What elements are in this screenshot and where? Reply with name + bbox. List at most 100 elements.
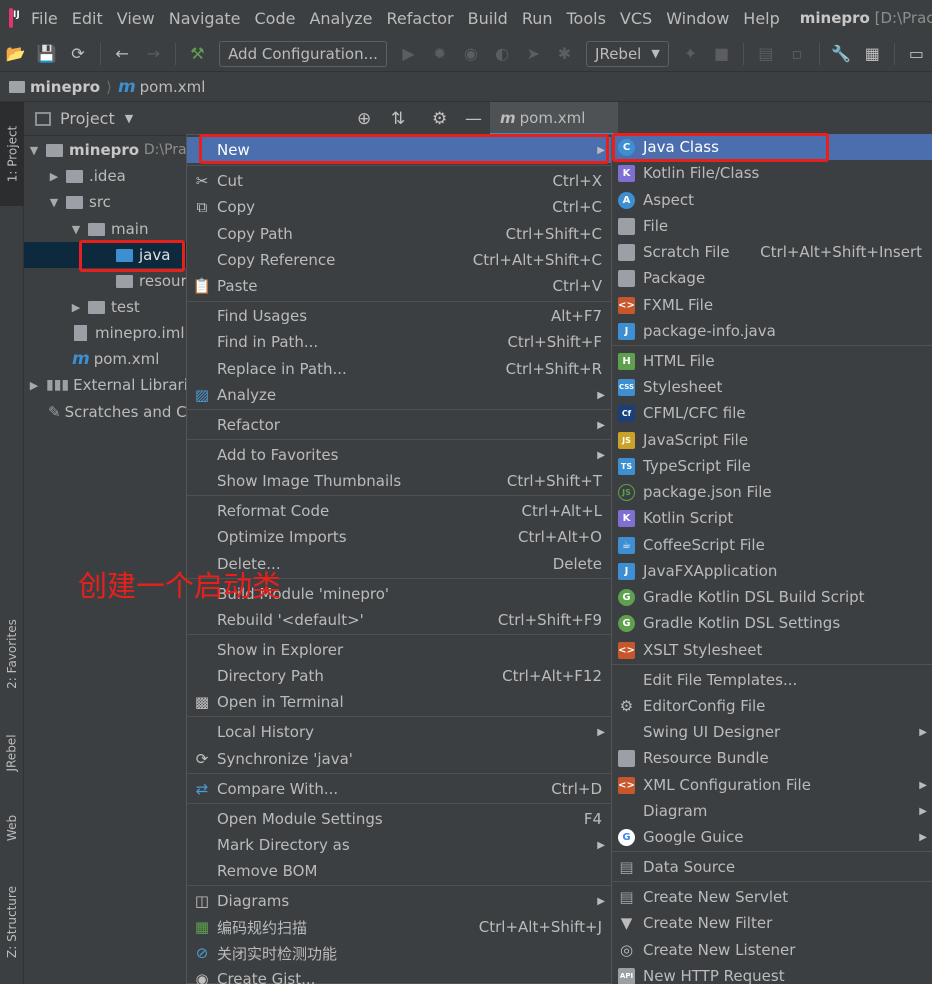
edit-file-templates[interactable]: Edit File Templates... xyxy=(612,667,932,693)
menu-item-remove-bom[interactable]: Remove BOM xyxy=(187,858,611,884)
create-new-servlet[interactable]: ▤ Create New Servlet xyxy=(612,884,932,910)
chevron-down-icon[interactable]: ▼ xyxy=(125,112,133,125)
debug-icon[interactable]: ✹ xyxy=(429,43,450,65)
menu-item-paste[interactable]: 📋 Paste Ctrl+V xyxy=(187,273,611,299)
menu-item-open-module-settings[interactable]: Open Module Settings F4 xyxy=(187,806,611,832)
menu-build[interactable]: Build xyxy=(468,9,508,28)
tree-node-pom[interactable]: m pom.xml xyxy=(24,346,188,372)
hide-icon[interactable]: — xyxy=(465,109,482,129)
tree-node-resources[interactable]: resour xyxy=(24,268,188,294)
menu-item-new[interactable]: New ▶ xyxy=(187,137,611,163)
new-google-guice[interactable]: G Google Guice ▶ xyxy=(612,824,932,850)
vcs-commit-icon[interactable]: ▫ xyxy=(786,43,807,65)
new-fxml-file[interactable]: <> FXML File xyxy=(612,292,932,318)
profile-icon[interactable]: ◐ xyxy=(491,43,512,65)
new-java-class[interactable]: C Java Class xyxy=(612,134,932,160)
tree-node-java[interactable]: java xyxy=(24,242,188,268)
menu-run[interactable]: Run xyxy=(522,9,553,28)
new-javascript-file[interactable]: JS JavaScript File xyxy=(612,427,932,453)
create-new-filter[interactable]: ▼ Create New Filter xyxy=(612,910,932,936)
menu-item-copy-path[interactable]: Copy Path Ctrl+Shift+C xyxy=(187,221,611,247)
new-aspect[interactable]: A Aspect xyxy=(612,187,932,213)
new-data-source[interactable]: ▤ Data Source xyxy=(612,854,932,880)
tree-node-external-libraries[interactable]: ▶ ▮▮▮External Libraries xyxy=(24,372,188,398)
menu-item-rebuild[interactable]: Rebuild '<default>' Ctrl+Shift+F9 xyxy=(187,607,611,633)
menu-item-code-scan[interactable]: ▦ 编码规约扫描 Ctrl+Alt+Shift+J xyxy=(187,914,611,940)
tree-node-test[interactable]: ▶ test xyxy=(24,294,188,320)
stop-icon[interactable]: ■ xyxy=(711,43,732,65)
new-package-info[interactable]: Jpackage-info.java xyxy=(612,318,932,344)
new-diagram[interactable]: Diagram ▶ xyxy=(612,798,932,824)
new-xslt-stylesheet[interactable]: <> XSLT Stylesheet xyxy=(612,637,932,663)
menu-item-reformat-code[interactable]: Reformat Code Ctrl+Alt+L xyxy=(187,498,611,524)
menu-item-find-in-path[interactable]: Find in Path... Ctrl+Shift+F xyxy=(187,329,611,355)
new-xml-configuration-file[interactable]: <> XML Configuration File ▶ xyxy=(612,772,932,798)
menu-analyze[interactable]: Analyze xyxy=(309,9,372,28)
menu-item-local-history[interactable]: Local History ▶ xyxy=(187,719,611,745)
new-typescript-file[interactable]: TS TypeScript File xyxy=(612,453,932,479)
tool-tab-structure[interactable]: Z: Structure xyxy=(0,872,24,972)
menu-vcs[interactable]: VCS xyxy=(620,9,652,28)
new-file[interactable]: File xyxy=(612,213,932,239)
tool-tab-favorites[interactable]: 2: Favorites xyxy=(0,602,24,706)
attach-icon[interactable]: ✦ xyxy=(680,43,701,65)
new-package[interactable]: Package xyxy=(612,265,932,291)
menu-item-copy-reference[interactable]: Copy Reference Ctrl+Alt+Shift+C xyxy=(187,247,611,273)
new-resource-bundle[interactable]: Resource Bundle xyxy=(612,745,932,771)
menu-item-synchronize[interactable]: ⟳ Synchronize 'java' xyxy=(187,746,611,772)
breadcrumb-file[interactable]: pom.xml xyxy=(140,78,206,96)
vcs-update-icon[interactable]: ▤ xyxy=(755,43,776,65)
locate-icon[interactable]: ⊕ xyxy=(357,109,371,129)
menu-item-replace-in-path[interactable]: Replace in Path... Ctrl+Shift+R xyxy=(187,356,611,382)
new-package-json[interactable]: JS package.json File xyxy=(612,479,932,505)
forward-icon[interactable]: → xyxy=(143,43,164,65)
new-gradle-kotlin-settings[interactable]: G Gradle Kotlin DSL Settings xyxy=(612,610,932,636)
menu-item-open-in-terminal[interactable]: ▩ Open in Terminal xyxy=(187,689,611,715)
menu-help[interactable]: Help xyxy=(743,9,779,28)
menu-item-compare-with[interactable]: ⇄ Compare With... Ctrl+D xyxy=(187,776,611,802)
menu-item-add-to-favorites[interactable]: Add to Favorites ▶ xyxy=(187,442,611,468)
menu-refactor[interactable]: Refactor xyxy=(387,9,454,28)
jrebel-run-icon[interactable]: ➤ xyxy=(523,43,544,65)
tool-tab-jrebel[interactable]: JRebel xyxy=(0,716,24,790)
collapse-all-icon[interactable]: ⇅ xyxy=(391,109,405,129)
run-icon[interactable]: ▶ xyxy=(398,43,419,65)
editor-tab-pom[interactable]: m pom.xml xyxy=(490,102,618,136)
project-structure-icon[interactable]: ▦ xyxy=(862,43,883,65)
new-cfml-file[interactable]: Cf CFML/CFC file xyxy=(612,400,932,426)
menu-window[interactable]: Window xyxy=(666,9,729,28)
menu-item-find-usages[interactable]: Find Usages Alt+F7 xyxy=(187,303,611,329)
build-hammer-icon[interactable]: ⚒ xyxy=(187,43,208,65)
menu-item-optimize-imports[interactable]: Optimize Imports Ctrl+Alt+O xyxy=(187,524,611,550)
menu-item-mark-directory-as[interactable]: Mark Directory as ▶ xyxy=(187,832,611,858)
new-gradle-kotlin-build[interactable]: G Gradle Kotlin DSL Build Script xyxy=(612,584,932,610)
tree-node-iml[interactable]: minepro.iml xyxy=(24,320,188,346)
jrebel-dropdown[interactable]: JRebel ▼ xyxy=(586,40,669,67)
breadcrumb-project[interactable]: minepro xyxy=(30,78,100,96)
menu-tools[interactable]: Tools xyxy=(567,9,606,28)
new-http-request[interactable]: API New HTTP Request xyxy=(612,963,932,984)
terminal-icon[interactable]: ▭ xyxy=(906,43,927,65)
menu-item-create-gist[interactable]: ◉ Create Gist... xyxy=(187,966,611,984)
menu-item-refactor[interactable]: Refactor ▶ xyxy=(187,412,611,438)
menu-item-copy[interactable]: ⧉ Copy Ctrl+C xyxy=(187,194,611,220)
new-html-file[interactable]: H HTML File xyxy=(612,348,932,374)
tool-tab-web[interactable]: Web xyxy=(0,798,24,858)
new-javafx-application[interactable]: J JavaFXApplication xyxy=(612,558,932,584)
new-stylesheet[interactable]: CSS Stylesheet xyxy=(612,374,932,400)
tool-tab-project[interactable]: 1: Project xyxy=(0,102,24,206)
open-folder-icon[interactable]: 📂 xyxy=(5,43,26,65)
menu-file[interactable]: File xyxy=(31,9,58,28)
menu-item-cut[interactable]: ✂ Cut Ctrl+X xyxy=(187,168,611,194)
menu-item-disable-realtime-check[interactable]: ⊘ 关闭实时检测功能 xyxy=(187,940,611,966)
new-kotlin-file[interactable]: K Kotlin File/Class xyxy=(612,160,932,186)
tree-node-scratches[interactable]: ✎ Scratches and C xyxy=(24,399,188,425)
tree-node-idea[interactable]: ▶ .idea xyxy=(24,163,188,189)
jrebel-debug-icon[interactable]: ✱ xyxy=(554,43,575,65)
menu-edit[interactable]: Edit xyxy=(72,9,103,28)
tree-node-src[interactable]: ▼ src xyxy=(24,189,188,215)
create-new-listener[interactable]: ◎ Create New Listener xyxy=(612,937,932,963)
wrench-icon[interactable]: 🔧 xyxy=(831,43,852,65)
sync-icon[interactable]: ⟳ xyxy=(67,43,88,65)
add-configuration-button[interactable]: Add Configuration... xyxy=(219,40,387,67)
